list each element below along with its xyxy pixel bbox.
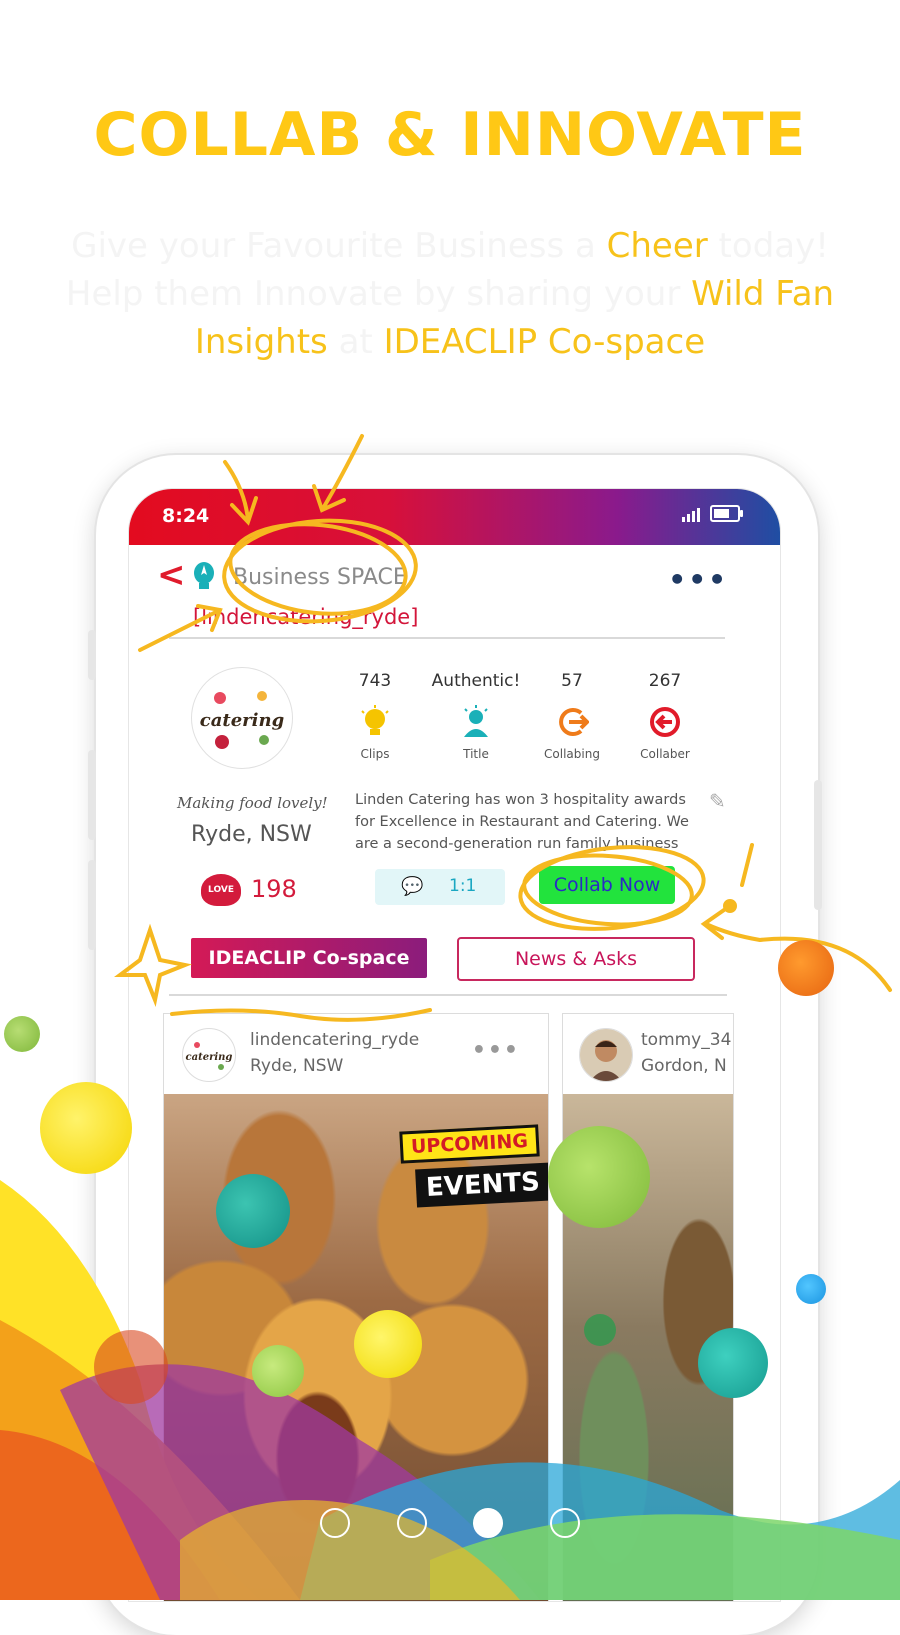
decorative-bubble xyxy=(584,1314,616,1346)
decorative-bubble xyxy=(778,940,834,996)
page-indicator xyxy=(320,1508,580,1544)
decorative-bubble xyxy=(216,1174,290,1248)
decorative-bubble xyxy=(796,1274,826,1304)
page-dot[interactable] xyxy=(549,1508,580,1538)
decorative-bubble xyxy=(40,1082,132,1174)
decorative-bubble xyxy=(4,1016,40,1052)
decorative-bubble xyxy=(354,1310,422,1378)
decorative-bubble xyxy=(548,1126,650,1228)
decorative-bubble xyxy=(698,1328,768,1398)
decorative-bubble xyxy=(252,1345,304,1397)
page-dot[interactable] xyxy=(320,1508,350,1538)
page-dot[interactable] xyxy=(396,1508,427,1538)
page-dot-active[interactable] xyxy=(473,1508,504,1538)
decorative-bubble xyxy=(94,1330,168,1404)
